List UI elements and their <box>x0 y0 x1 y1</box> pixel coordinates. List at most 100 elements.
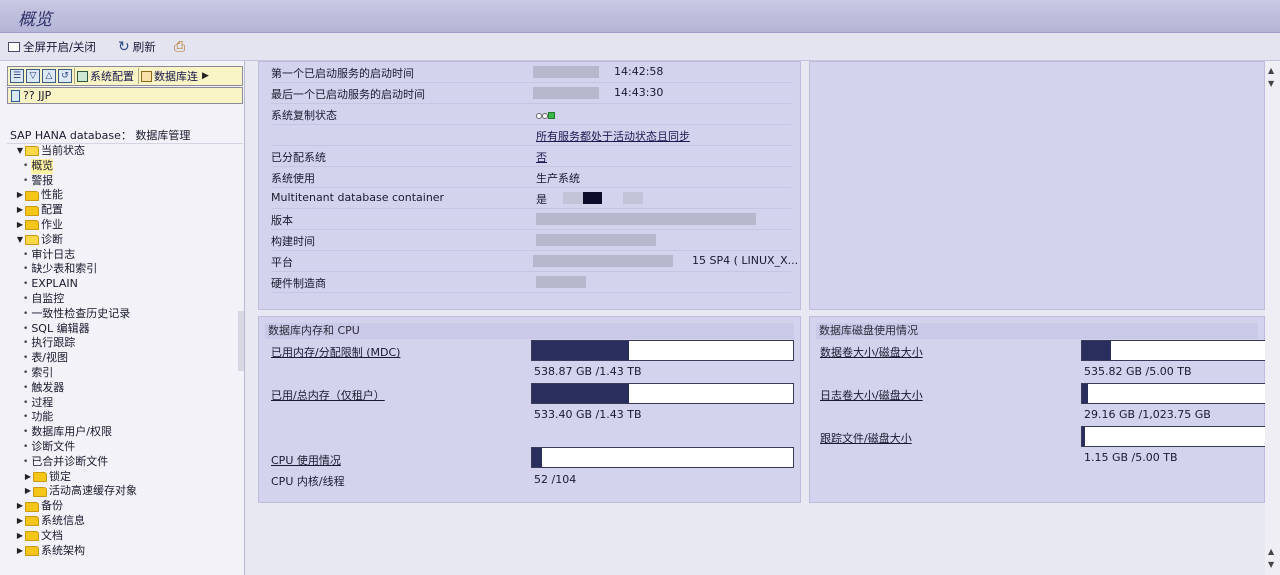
tree-node[interactable]: • 索引 <box>7 366 243 381</box>
refresh-button[interactable]: ↻ 刷新 <box>118 38 156 56</box>
tree-node-label: 当前状态 <box>41 144 85 157</box>
row-distributed: 已分配系统 否 <box>271 146 791 167</box>
tree-node[interactable]: • 功能 <box>7 410 243 425</box>
refresh-label: 刷新 <box>132 40 156 54</box>
hardware-label: 硬件制造商 <box>271 277 326 290</box>
tree-node[interactable]: ▶ 备份 <box>7 499 243 514</box>
scroll-down-icon[interactable]: ▼ <box>1268 79 1274 88</box>
tree-node-label: 作业 <box>41 217 63 231</box>
tree-node[interactable]: • 已合并诊断文件 <box>7 455 243 470</box>
expand-arrow-icon[interactable]: ▶ <box>15 544 25 559</box>
bullet-icon: • <box>23 456 29 467</box>
expand-arrow-icon[interactable]: ▶ <box>15 203 25 218</box>
tree-node[interactable]: ▶ 系统信息 <box>7 514 243 529</box>
tree-node[interactable]: • 自监控 <box>7 292 243 307</box>
redacted-value <box>536 213 756 225</box>
last-start-label: 最后一个已启动服务的启动时间 <box>271 88 425 101</box>
expand-arrow-icon[interactable]: ▶ <box>15 499 25 514</box>
expand-arrow-icon[interactable]: ▶ <box>15 218 25 233</box>
system-config-button[interactable]: 系统配置 <box>74 68 136 84</box>
cpu-usage-link[interactable]: CPU 使用情况 <box>271 452 341 468</box>
data-volume-link[interactable]: 数据卷大小/磁盘大小 <box>820 344 923 360</box>
tree-node-label: 配置 <box>41 203 63 217</box>
tree-node[interactable]: • 警报 <box>7 174 243 189</box>
trace-files-gauge <box>1081 426 1266 447</box>
tree-node-label: 表/视图 <box>31 351 69 365</box>
collapse-icon[interactable]: △ <box>42 69 56 83</box>
tree-node[interactable]: • EXPLAIN <box>7 277 243 292</box>
main-scrollbar[interactable]: ▲ ▼ ▲ ▼ <box>1265 61 1280 575</box>
platform-value: 15 SP4 ( LINUX_X... <box>692 254 799 267</box>
tree-node[interactable]: • 一致性检查历史记录 <box>7 307 243 322</box>
data-volume-value: 535.82 GB /5.00 TB <box>1084 365 1192 378</box>
tree-node[interactable]: ▶ 配置 <box>7 203 243 218</box>
tree-node[interactable]: ▶ 性能 <box>7 188 243 203</box>
resident-memory-gauge <box>531 383 794 404</box>
redacted-value <box>533 255 673 267</box>
tree-node[interactable]: ▶ 文档 <box>7 529 243 544</box>
log-volume-link[interactable]: 日志卷大小/磁盘大小 <box>820 387 923 403</box>
tree-node[interactable]: • 执行跟踪 <box>7 336 243 351</box>
tree-node[interactable]: • 缺少表和索引 <box>7 262 243 277</box>
log-volume-gauge <box>1081 383 1266 404</box>
nav-tree: SAP HANA database： 数据库管理 ▼ 当前状态 • 概览 • 警报 ▶ 性能 ▶… <box>7 128 243 558</box>
folder-icon <box>25 545 39 556</box>
expand-icon[interactable]: ▽ <box>26 69 40 83</box>
expand-arrow-icon[interactable]: ▶ <box>23 484 33 499</box>
distributed-value[interactable]: 否 <box>536 149 547 165</box>
bullet-icon: • <box>23 323 29 334</box>
system-config-label: 系统配置 <box>90 70 134 83</box>
trace-files-link[interactable]: 跟踪文件/磁盘大小 <box>820 430 912 446</box>
tree-node[interactable]: • 触发器 <box>7 381 243 396</box>
bullet-icon: • <box>23 353 29 364</box>
expand-arrow-icon[interactable]: ▶ <box>23 470 33 485</box>
tree-node[interactable]: ▶ 作业 <box>7 218 243 233</box>
row-build-time: 构建时间 <box>271 230 791 251</box>
gauge-fill <box>1082 341 1112 360</box>
tree-node[interactable]: ▼ 诊断 <box>7 233 243 248</box>
resident-memory-link[interactable]: 已用/总内存（仅租户） <box>271 387 385 403</box>
row-platform: 平台 15 SP4 ( LINUX_X... <box>271 251 798 272</box>
print-button[interactable]: ⎙ <box>174 38 185 56</box>
expand-arrow-icon[interactable]: ▶ <box>15 529 25 544</box>
collapse-arrow-icon[interactable]: ▼ <box>15 233 25 248</box>
bullet-icon: • <box>23 441 29 452</box>
refresh-tree-icon[interactable]: ↺ <box>58 69 72 83</box>
tree-view-icon[interactable]: ☰ <box>10 69 24 83</box>
tree-node[interactable]: • 诊断文件 <box>7 440 243 455</box>
scroll-down-icon-bottom[interactable]: ▼ <box>1268 560 1274 569</box>
collapse-arrow-icon[interactable]: ▼ <box>15 144 25 159</box>
used-memory-link[interactable]: 已用内存/分配限制 (MDC) <box>271 344 400 360</box>
expand-arrow-icon[interactable]: ▶ <box>15 188 25 203</box>
folder-icon <box>33 486 47 497</box>
nav-splitter[interactable] <box>238 311 244 371</box>
all-services-link[interactable]: 所有服务都处于活动状态且同步 <box>536 128 690 144</box>
tree-root: SAP HANA database： 数据库管理 <box>7 128 243 144</box>
tree-node[interactable]: ▶ 锁定 <box>7 470 243 485</box>
scroll-up-icon-bottom[interactable]: ▲ <box>1268 547 1274 556</box>
toolbar-more-icon[interactable]: ▶ <box>202 71 209 81</box>
toolbar: 全屏开启/关闭 ↻ 刷新 ⎙ <box>0 33 1280 61</box>
tree-node[interactable]: ▼ 当前状态 <box>7 144 243 159</box>
system-selector[interactable]: ?? JJP <box>7 87 243 104</box>
tree-node[interactable]: • 审计日志 <box>7 248 243 263</box>
tree-node[interactable]: • SQL 编辑器 <box>7 322 243 337</box>
tree-node[interactable]: • 概览 <box>7 158 243 174</box>
tree-node[interactable]: • 数据库用户/权限 <box>7 425 243 440</box>
bullet-icon: • <box>23 382 29 393</box>
tree-node-label: 诊断 <box>41 232 63 246</box>
tree-node-label: 备份 <box>41 499 63 513</box>
expand-arrow-icon[interactable]: ▶ <box>15 514 25 529</box>
db-connection-button[interactable]: 数据库连 <box>138 68 200 84</box>
tree-node[interactable]: ▶ 系统架构 <box>7 544 243 559</box>
disk-title: 数据库磁盘使用情况 <box>816 323 1258 339</box>
tree-node[interactable]: • 过程 <box>7 396 243 411</box>
fullscreen-toggle-button[interactable]: 全屏开启/关闭 <box>8 38 96 56</box>
scroll-up-icon[interactable]: ▲ <box>1268 66 1274 75</box>
version-label: 版本 <box>271 214 293 227</box>
resident-memory-value: 533.40 GB /1.43 TB <box>534 408 642 421</box>
tree-node[interactable]: • 表/视图 <box>7 351 243 366</box>
db-connection-label: 数据库连 <box>154 70 198 83</box>
tree-node[interactable]: ▶ 活动高速缓存对象 <box>7 484 243 499</box>
redacted-value <box>623 192 643 204</box>
